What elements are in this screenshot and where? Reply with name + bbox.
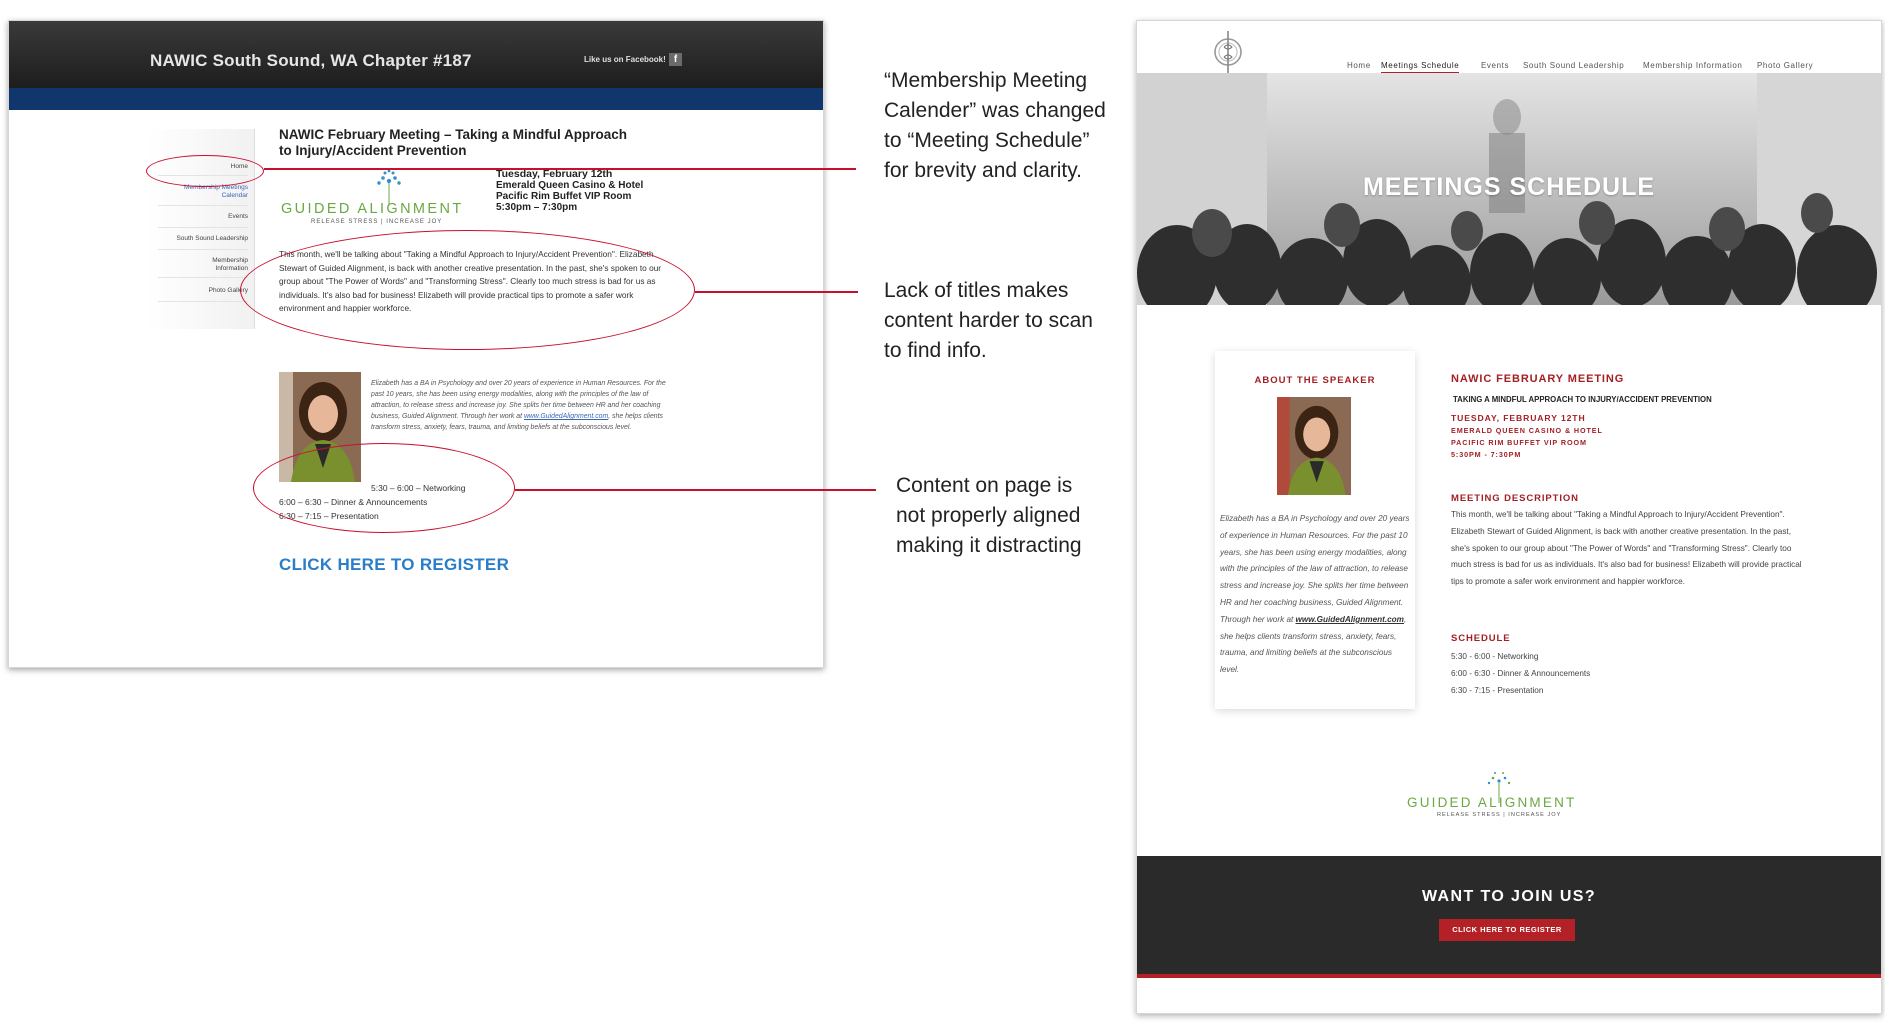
meeting-time: 5:30PM - 7:30PM	[1451, 450, 1522, 459]
old-nav-membership-information[interactable]: Membership Information	[198, 257, 248, 273]
meeting-venue: EMERALD QUEEN CASINO & HOTEL	[1451, 426, 1603, 435]
annotation-note-titles: Lack of titles makes content harder to s…	[884, 279, 1093, 362]
description-heading: MEETING DESCRIPTION	[1451, 493, 1579, 504]
nav-divider	[158, 301, 248, 302]
annotation-connector-schedule	[515, 489, 876, 491]
new-nav-home[interactable]: Home	[1347, 61, 1371, 70]
meeting-room: PACIFIC RIM BUFFET VIP ROOM	[1451, 438, 1587, 447]
bio-text: Elizabeth has a BA in Psychology and ove…	[1220, 514, 1410, 624]
old-speaker-bio: Elizabeth has a BA in Psychology and ove…	[371, 378, 676, 433]
meeting-description: This month, we'll be talking about "Taki…	[1451, 510, 1802, 587]
new-nav-south-sound-leadership[interactable]: South Sound Leadership	[1523, 61, 1624, 70]
annotation-ellipse-nav	[146, 155, 264, 187]
hero-banner: MEETINGS SCHEDULE	[1137, 73, 1881, 305]
schedule-item: 6:00 - 6:30 - Dinner & Announcements	[1451, 669, 1591, 678]
nav-divider	[158, 249, 248, 250]
speaker-bio: Elizabeth has a BA in Psychology and ove…	[1220, 511, 1413, 679]
old-heading-line2: to Injury/Accident Prevention	[279, 143, 467, 158]
join-banner: WANT TO JOIN US? CLICK HERE TO REGISTER	[1137, 856, 1881, 978]
old-nav-events[interactable]: Events	[148, 213, 248, 221]
old-venue: Emerald Queen Casino & Hotel	[496, 180, 644, 191]
schedule-item: 6:30 - 7:15 - Presentation	[1451, 686, 1544, 695]
hero-title: MEETINGS SCHEDULE	[1362, 173, 1656, 201]
meeting-subtitle: TAKING A MINDFUL APPROACH TO INJURY/ACCI…	[1453, 395, 1712, 404]
meeting-date: TUESDAY, FEBRUARY 12TH	[1451, 413, 1586, 423]
nav-divider	[158, 277, 248, 278]
annotation-ellipse-schedule	[253, 443, 515, 533]
register-button[interactable]: CLICK HERE TO REGISTER	[1439, 919, 1575, 941]
annotation-ellipse-description	[240, 230, 695, 350]
meeting-title: NAWIC FEBRUARY MEETING	[1451, 373, 1625, 385]
guided-alignment-logo-icon: GUIDED ALIGNMENT RELEASE STRESS | INCREA…	[1407, 769, 1607, 829]
guided-alignment-logo-icon: GUIDED ALIGNMENT RELEASE STRESS | INCREA…	[279, 169, 474, 231]
new-nav-membership-information[interactable]: Membership Information	[1643, 61, 1742, 70]
logo-tagline: RELEASE STRESS | INCREASE JOY	[1437, 812, 1562, 818]
old-time: 5:30pm – 7:30pm	[496, 202, 578, 213]
bio-link[interactable]: www.GuidedAlignment.com	[1296, 615, 1404, 624]
speaker-card: ABOUT THE SPEAKER Elizabeth has a BA in …	[1215, 351, 1415, 709]
join-title: WANT TO JOIN US?	[1421, 888, 1597, 905]
nav-divider	[158, 227, 248, 228]
logo-text: GUIDED ALIGNMENT	[1407, 795, 1577, 810]
schedule-heading: SCHEDULE	[1451, 633, 1511, 644]
new-site-screenshot: Home Meetings Schedule Events South Soun…	[1136, 20, 1882, 1014]
new-nav-events[interactable]: Events	[1481, 61, 1509, 70]
new-nav-photo-gallery[interactable]: Photo Gallery	[1757, 61, 1813, 70]
annotation-note-nav: “Membership Meeting Calender” was change…	[884, 69, 1106, 182]
old-nav-photo-gallery[interactable]: Photo Gallery	[148, 287, 248, 295]
logo-text: GUIDED ALIGNMENT	[281, 201, 464, 217]
about-speaker-heading: ABOUT THE SPEAKER	[1254, 375, 1376, 386]
old-date-block: Tuesday, February 12th Emerald Queen Cas…	[496, 168, 644, 214]
old-nav-south-sound-leadership[interactable]: South Sound Leadership	[148, 235, 248, 243]
old-heading-line1: NAWIC February Meeting – Taking a Mindfu…	[279, 127, 628, 142]
old-room: Pacific Rim Buffet VIP Room	[496, 191, 632, 202]
nawic-logo-icon[interactable]	[1211, 29, 1245, 75]
nav-divider	[158, 205, 248, 206]
annotation-connector-nav	[264, 168, 856, 170]
old-date: Tuesday, February 12th	[496, 168, 613, 180]
logo-tagline: RELEASE STRESS | INCREASE JOY	[311, 219, 443, 225]
old-bio-link[interactable]: www.GuidedAlignment.com	[524, 413, 608, 420]
speaker-photo	[1277, 397, 1351, 495]
annotation-note-alignment: Content on page is not properly aligned …	[896, 474, 1082, 557]
new-nav-meetings-schedule[interactable]: Meetings Schedule	[1381, 61, 1460, 74]
schedule-item: 5:30 - 6:00 - Networking	[1451, 652, 1539, 661]
annotation-connector-description	[695, 291, 858, 293]
old-register-link[interactable]: CLICK HERE TO REGISTER	[279, 555, 509, 575]
